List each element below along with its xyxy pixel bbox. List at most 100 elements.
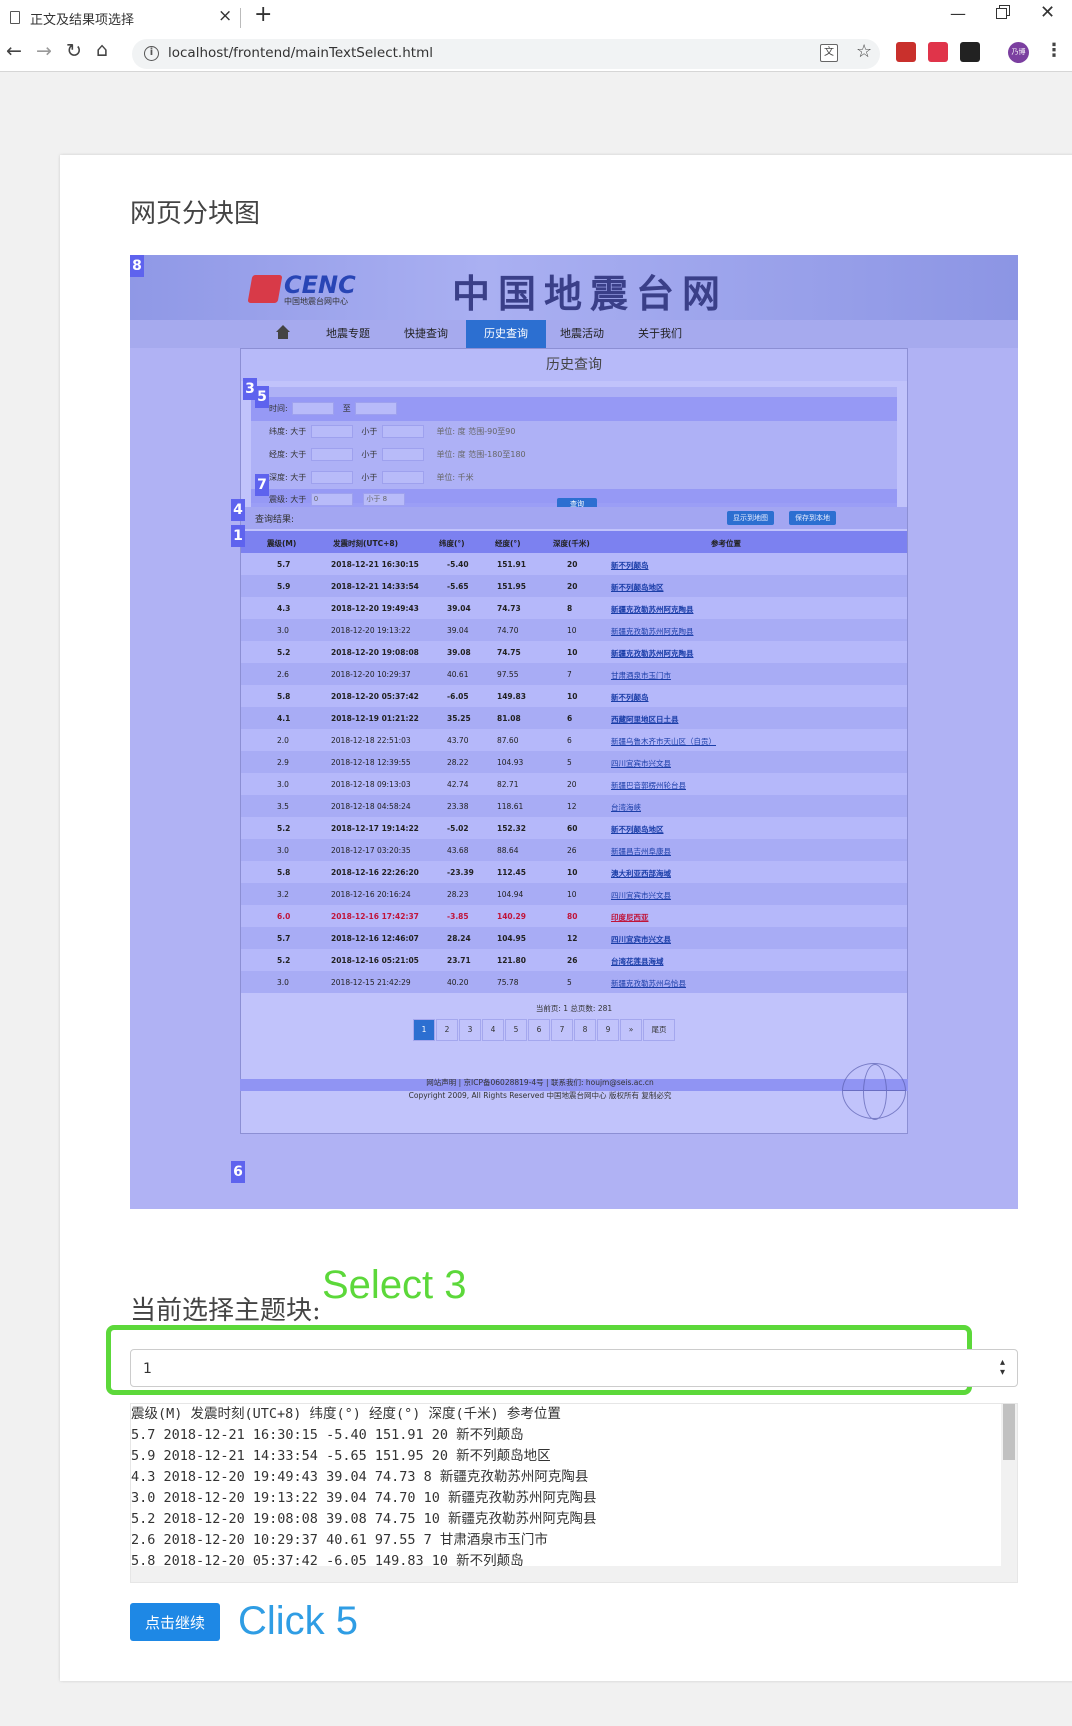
place-link[interactable]: 新不列颠岛: [611, 560, 649, 571]
select-value: 1: [143, 1361, 152, 1377]
place-link[interactable]: 新疆克孜勒苏州乌恰县: [611, 978, 686, 989]
nav-item[interactable]: 关于我们: [620, 320, 700, 348]
place-link[interactable]: 新疆克孜勒苏州阿克陶县: [611, 648, 694, 659]
table-cell: 88.64: [497, 846, 519, 855]
nav-item[interactable]: 地震专题: [308, 320, 388, 348]
table-cell: 5: [567, 978, 572, 987]
lat-min-input[interactable]: [310, 425, 353, 438]
next-page-button[interactable]: »: [620, 1019, 642, 1041]
page-button[interactable]: 7: [551, 1019, 573, 1041]
info-icon[interactable]: i: [144, 46, 159, 61]
table-cell: 6.0: [277, 912, 291, 921]
place-link[interactable]: 新疆克孜勒苏州阿克陶县: [611, 604, 694, 615]
place-link[interactable]: 新不列颠岛地区: [611, 824, 664, 835]
home-icon[interactable]: ⌂: [96, 39, 108, 61]
place-link[interactable]: 四川宜宾市兴文县: [611, 758, 671, 769]
table-row: 3.0 2018-12-18 09:13:03 42.74 82.71 20 新疆巴音郭楞…: [241, 773, 907, 795]
depth-min-input[interactable]: [310, 471, 353, 484]
page-button[interactable]: 1: [413, 1019, 435, 1041]
translate-icon[interactable]: 文: [820, 44, 838, 62]
pdf-extension-icon[interactable]: [896, 42, 916, 62]
place-link[interactable]: 新疆克孜勒苏州阿克陶县: [611, 626, 694, 637]
place-link[interactable]: 印度尼西亚: [611, 912, 649, 923]
home-icon[interactable]: [276, 325, 290, 339]
end-date-input[interactable]: [355, 402, 398, 415]
place-link[interactable]: 澳大利亚西部海域: [611, 868, 671, 879]
minimize-icon[interactable]: —: [950, 4, 966, 23]
more-menu-icon[interactable]: ⋮: [1045, 40, 1063, 61]
table-cell: -6.05: [447, 692, 469, 701]
page-button[interactable]: 6: [528, 1019, 550, 1041]
forward-icon[interactable]: →: [36, 40, 52, 62]
horizontal-scrollbar[interactable]: [131, 1566, 1017, 1582]
place-link[interactable]: 四川宜宾市兴文县: [611, 890, 671, 901]
star-icon[interactable]: ☆: [856, 41, 872, 62]
show-map-button[interactable]: 显示到地图: [727, 511, 774, 525]
continue-button[interactable]: 点击继续: [130, 1603, 220, 1641]
table-cell: 60: [567, 824, 578, 833]
table-cell: 140.29: [497, 912, 526, 921]
results-bar: 查询结果: 显示到地图 保存到本地: [241, 507, 907, 529]
block-text-area[interactable]: 震级(M) 发震时刻(UTC+8) 纬度(°) 经度(°) 深度(千米) 参考位…: [130, 1403, 1018, 1583]
scroll-thumb[interactable]: [1003, 1404, 1015, 1460]
page-button[interactable]: 4: [482, 1019, 504, 1041]
place-link[interactable]: 台湾花莲县海域: [611, 956, 664, 967]
lt-label: 小于: [361, 450, 378, 459]
table-cell: 2018-12-20 19:08:08: [331, 648, 419, 657]
reload-icon[interactable]: ↻: [66, 40, 82, 62]
table-cell: 2.6: [277, 670, 289, 679]
save-local-button[interactable]: 保存到本地: [789, 511, 836, 525]
close-tab-icon[interactable]: ×: [218, 6, 232, 26]
page-button[interactable]: 5: [505, 1019, 527, 1041]
place-link[interactable]: 新不列颠岛地区: [611, 582, 664, 593]
text-line: 5.9 2018-12-21 14:33:54 -5.65 151.95 20 …: [131, 1448, 551, 1464]
page-button[interactable]: 9: [597, 1019, 619, 1041]
page-button[interactable]: 2: [436, 1019, 458, 1041]
start-date-input[interactable]: [292, 402, 335, 415]
restore-icon[interactable]: [996, 5, 1010, 19]
mag-min-input[interactable]: 0: [310, 493, 353, 506]
lon-max-input[interactable]: [381, 448, 424, 461]
url-text[interactable]: localhost/frontend/mainTextSelect.html: [168, 45, 433, 61]
nav-item[interactable]: 快捷查询: [386, 320, 466, 348]
table-cell: 2018-12-18 04:58:24: [331, 802, 411, 811]
place-link[interactable]: 四川宜宾市兴文县: [611, 934, 671, 945]
place-link[interactable]: 新疆巴音郭楞州轮台县: [611, 780, 686, 791]
place-link[interactable]: 西藏阿里地区日土县: [611, 714, 679, 725]
depth-max-input[interactable]: [381, 471, 424, 484]
table-cell: 80: [567, 912, 578, 921]
logo-text: CENC: [284, 271, 356, 299]
window-close-icon[interactable]: ✕: [1040, 2, 1055, 23]
block-select-dropdown[interactable]: 1 ▴ ▾: [130, 1349, 1018, 1387]
place-link[interactable]: 台湾海峡: [611, 802, 641, 813]
nav-item-active[interactable]: 历史查询: [466, 320, 546, 348]
last-page-button[interactable]: 尾页: [643, 1019, 675, 1041]
vertical-scrollbar[interactable]: [1001, 1404, 1017, 1568]
text-line: 5.2 2018-12-20 19:08:08 39.08 74.75 10 新…: [131, 1511, 597, 1527]
address-bar[interactable]: i localhost/frontend/mainTextSelect.html…: [132, 39, 880, 69]
table-cell: 2018-12-16 22:26:20: [331, 868, 419, 877]
browser-tab[interactable]: 正文及结果项选择 ×: [0, 0, 240, 36]
table-cell: 6: [567, 736, 572, 745]
mag-max-input[interactable]: 小于 8: [363, 493, 406, 506]
nav-item[interactable]: 地震活动: [542, 320, 622, 348]
table-cell: 2018-12-17 19:14:22: [331, 824, 419, 833]
extension-icon[interactable]: [960, 42, 980, 62]
back-icon[interactable]: ←: [6, 40, 22, 62]
extension-icon[interactable]: [928, 42, 948, 62]
page-button[interactable]: 8: [574, 1019, 596, 1041]
place-link[interactable]: 新疆昌吉州阜康县: [611, 846, 671, 857]
table-cell: 5.9: [277, 582, 291, 591]
place-link[interactable]: 新不列颠岛: [611, 692, 649, 703]
table-cell: 5: [567, 758, 572, 767]
place-link[interactable]: 新疆乌鲁木齐市天山区（自贡）: [611, 736, 716, 747]
page-button[interactable]: 3: [459, 1019, 481, 1041]
profile-avatar[interactable]: 乃博: [1008, 42, 1029, 63]
lat-max-input[interactable]: [381, 425, 424, 438]
table-cell: 149.83: [497, 692, 526, 701]
pager-info: 当前页: 1 总页数: 281: [535, 1004, 613, 1013]
new-tab-icon[interactable]: +: [254, 2, 272, 27]
lon-min-input[interactable]: [310, 448, 353, 461]
place-link[interactable]: 甘肃酒泉市玉门市: [611, 670, 671, 681]
table-cell: 2.9: [277, 758, 289, 767]
